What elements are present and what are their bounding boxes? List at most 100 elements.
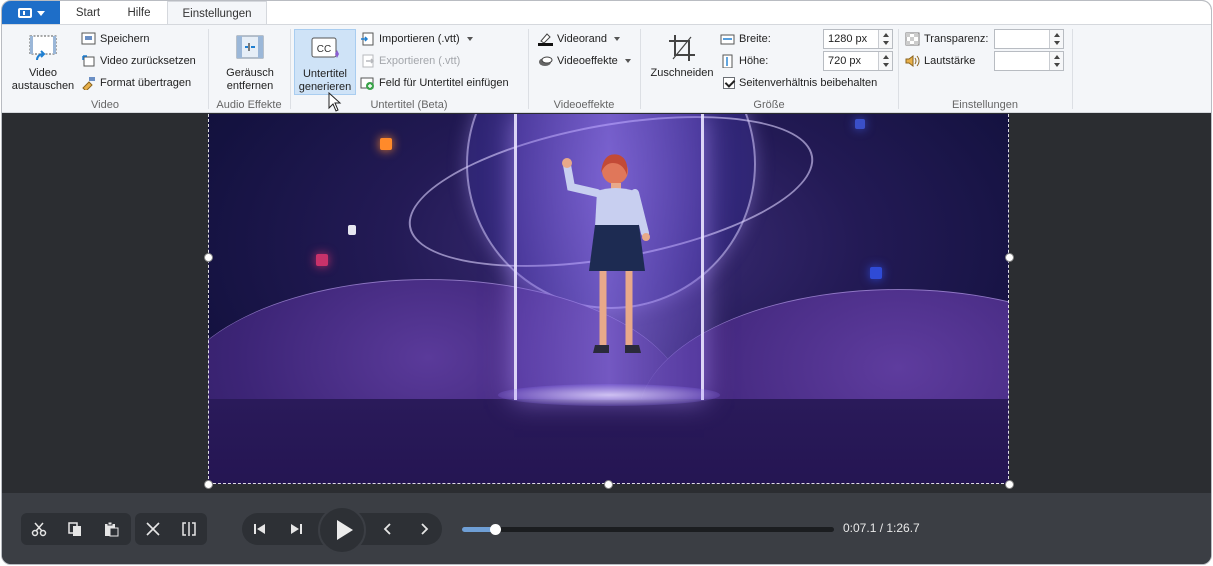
- keep-aspect-ratio-checkbox[interactable]: Seitenverhältnis beibehalten: [723, 74, 877, 92]
- skip-to-end-button[interactable]: [278, 513, 314, 545]
- resize-handle-bottom[interactable]: [604, 480, 613, 489]
- closed-caption-icon: CC: [309, 34, 341, 64]
- delete-button[interactable]: [135, 513, 171, 545]
- skip-end-icon: [291, 524, 302, 534]
- save-label: Speichern: [100, 33, 150, 45]
- effects-icon: [538, 54, 553, 68]
- generate-subtitles-button[interactable]: CC Untertitel generieren: [294, 29, 356, 95]
- tab-start[interactable]: Start: [64, 1, 112, 25]
- floating-cube: [870, 267, 882, 279]
- replace-video-button[interactable]: Video austauschen: [7, 33, 79, 92]
- resize-handle-bottom-right[interactable]: [1005, 480, 1014, 489]
- width-input[interactable]: 1280 px: [823, 29, 893, 49]
- resize-handle-right[interactable]: [1005, 253, 1014, 262]
- ribbon-separator: [898, 29, 899, 109]
- volume-spinner[interactable]: [1049, 52, 1063, 70]
- add-field-icon: [360, 76, 375, 90]
- insert-subtitle-field-label: Feld für Untertitel einfügen: [379, 77, 509, 89]
- save-icon: [81, 32, 96, 46]
- resize-handle-bottom-left[interactable]: [204, 480, 213, 489]
- width-icon: [720, 32, 735, 46]
- cut-button[interactable]: [21, 513, 57, 545]
- transparency-spinner[interactable]: [1049, 30, 1063, 48]
- time-display: 0:07.1 / 1:26.7: [843, 521, 920, 535]
- video-border-label: Videorand: [557, 33, 607, 45]
- height-input[interactable]: 720 px: [823, 51, 893, 71]
- chevron-right-icon: [421, 523, 429, 535]
- noise-removal-icon: [234, 33, 266, 63]
- video-effects-button[interactable]: Videoeffekte: [538, 52, 631, 70]
- skip-to-start-button[interactable]: [242, 513, 278, 545]
- next-frame-button[interactable]: [406, 513, 442, 545]
- copy-button[interactable]: [57, 513, 93, 545]
- settings-group-label: Einstellungen: [951, 99, 1019, 111]
- transparency-input[interactable]: [994, 29, 1064, 49]
- height-icon: [720, 54, 735, 69]
- reset-icon: [81, 54, 96, 68]
- checkbox-checked-icon[interactable]: [723, 77, 735, 89]
- keep-aspect-ratio-label: Seitenverhältnis beibehalten: [739, 77, 878, 89]
- split-button[interactable]: [171, 513, 207, 545]
- insert-subtitle-field-button[interactable]: Feld für Untertitel einfügen: [360, 74, 509, 92]
- chevron-down-icon: [624, 59, 631, 63]
- video-border-button[interactable]: Videorand: [538, 30, 620, 48]
- export-vtt-button[interactable]: Exportieren (.vtt): [360, 52, 460, 70]
- playback-progress-bar[interactable]: [462, 524, 834, 535]
- height-spinner[interactable]: [878, 52, 892, 70]
- format-painter-label: Format übertragen: [100, 77, 192, 89]
- woman-character-illustration: [562, 154, 650, 353]
- floating-cube: [380, 138, 392, 150]
- paste-button[interactable]: [93, 513, 129, 545]
- reset-video-label: Video zurücksetzen: [100, 55, 196, 67]
- replace-video-label-2: austauschen: [11, 79, 75, 92]
- progress-thumb[interactable]: [489, 524, 501, 535]
- crop-button[interactable]: Zuschneiden: [646, 33, 718, 80]
- import-vtt-label: Importieren (.vtt): [379, 33, 460, 45]
- volume-label-row: Lautstärke: [905, 52, 975, 70]
- transparency-label: Transparenz:: [924, 33, 989, 45]
- save-button[interactable]: Speichern: [81, 30, 150, 48]
- floating-cube: [855, 119, 865, 129]
- height-label-row: Höhe:: [720, 52, 768, 70]
- video-preview-area: [2, 114, 1211, 493]
- tab-einstellungen[interactable]: Einstellungen: [167, 1, 267, 25]
- transparency-icon: [905, 32, 920, 46]
- width-spinner[interactable]: [878, 30, 892, 48]
- clipboard-tool-group: [21, 513, 131, 545]
- ribbon-separator: [640, 29, 641, 109]
- format-painter-button[interactable]: Format übertragen: [81, 74, 191, 92]
- chevron-down-icon: [466, 37, 473, 41]
- volume-input[interactable]: [994, 51, 1064, 71]
- scissors-icon: [31, 522, 47, 537]
- import-vtt-button[interactable]: Importieren (.vtt): [360, 30, 473, 48]
- noise-removal-button[interactable]: Geräusch entfernen: [214, 33, 286, 92]
- noise-removal-label-1: Geräusch: [226, 67, 274, 79]
- play-button[interactable]: [318, 506, 366, 554]
- replace-video-icon: [27, 33, 59, 63]
- crop-icon: [666, 33, 698, 63]
- export-vtt-label: Exportieren (.vtt): [379, 55, 461, 67]
- ribbon: Video austauschen Speichern Video zurück…: [2, 24, 1211, 113]
- skip-start-icon: [254, 524, 265, 534]
- video-frame[interactable]: [208, 114, 1009, 484]
- resize-handle-left[interactable]: [204, 253, 213, 262]
- height-label: Höhe:: [739, 55, 769, 67]
- crop-label: Zuschneiden: [650, 67, 714, 79]
- ribbon-separator: [1072, 29, 1073, 109]
- width-value: 1280 px: [828, 33, 868, 45]
- ground-illustration: [208, 399, 1009, 484]
- import-icon: [360, 32, 375, 46]
- tab-hilfe[interactable]: Hilfe: [115, 1, 163, 25]
- transparency-label-row: Transparenz:: [905, 30, 988, 48]
- border-color-icon: [538, 32, 553, 46]
- generate-subtitles-label-2: generieren: [298, 80, 352, 93]
- reset-video-button[interactable]: Video zurücksetzen: [81, 52, 196, 70]
- replace-video-label-1: Video: [29, 67, 57, 79]
- app-menu-button[interactable]: [2, 1, 60, 25]
- audio-group-label: Audio Effekte: [216, 99, 282, 111]
- previous-frame-button[interactable]: [370, 513, 406, 545]
- chevron-down-icon: [613, 37, 620, 41]
- app-window: Start Hilfe Einstellungen Video austausc…: [1, 0, 1212, 565]
- format-painter-icon: [81, 76, 96, 92]
- video-effects-label: Videoeffekte: [557, 55, 618, 67]
